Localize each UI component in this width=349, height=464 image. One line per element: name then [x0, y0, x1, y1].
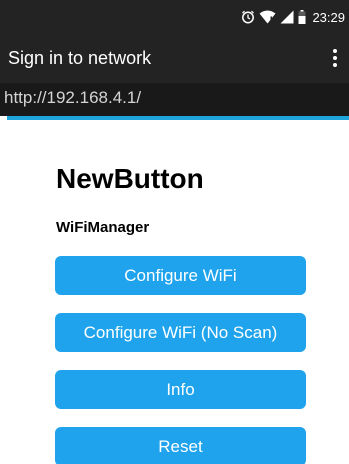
- page-title: NewButton: [56, 163, 204, 194]
- wifi-icon: [259, 10, 276, 24]
- cell-signal-icon: [280, 10, 294, 24]
- reset-button[interactable]: Reset: [55, 427, 306, 464]
- status-icons: 23:29: [241, 9, 345, 25]
- battery-icon: [298, 10, 306, 24]
- configure-wifi-no-scan-button[interactable]: Configure WiFi (No Scan): [55, 313, 306, 352]
- page-subtitle: WiFiManager: [56, 219, 150, 236]
- app-bar: Sign in to network: [0, 35, 349, 83]
- url-bar: http://192.168.4.1/: [0, 83, 349, 116]
- info-button[interactable]: Info: [55, 370, 306, 409]
- clock: 23:29: [312, 9, 345, 25]
- url-text: http://192.168.4.1/: [4, 88, 142, 107]
- app-bar-title: Sign in to network: [8, 48, 152, 68]
- alarm-icon: [241, 10, 255, 24]
- configure-wifi-button[interactable]: Configure WiFi: [55, 256, 306, 295]
- page-content: NewButton WiFiManager Configure WiFi Con…: [0, 120, 349, 464]
- status-bar: 23:29: [0, 0, 349, 35]
- overflow-menu-icon[interactable]: [329, 47, 341, 69]
